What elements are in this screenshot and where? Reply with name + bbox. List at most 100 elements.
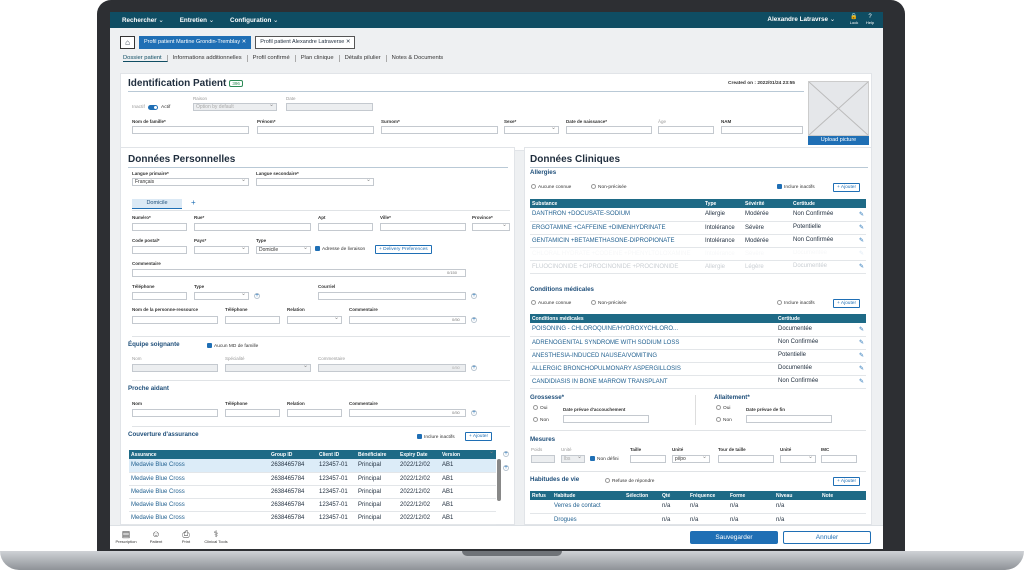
grossesse-non-radio[interactable]: Non (533, 417, 549, 423)
user-menu[interactable]: Alexandre Latravrse ⌄ (767, 16, 835, 23)
table-row[interactable]: Medavie Blue Cross 2638465784 123457-01 Pri… (129, 472, 496, 486)
table-row[interactable]: FLUOCINONIDE +CIPROCINONIDE +PROCINONIDE… (530, 260, 866, 274)
taille-input[interactable] (630, 455, 666, 463)
add-address-button[interactable]: + (191, 198, 196, 207)
table-row[interactable]: Medavie Blue Cross 2638465784 123457-01 Pri… (129, 498, 496, 512)
conditions-aucune-radio[interactable]: Aucune connue (531, 300, 571, 306)
upload-picture-button[interactable]: Upload picture (808, 136, 869, 145)
aucun-md-checkbox[interactable]: Aucun MD de famille (207, 343, 258, 349)
tab-dossier-patient[interactable]: Dossier patient (123, 55, 168, 62)
allaitement-non-radio[interactable]: Non (716, 417, 732, 423)
ville-input[interactable] (380, 223, 466, 231)
tab-infos-additionnelles[interactable]: Informations additionnelles (168, 55, 248, 62)
assurance-scrollbar[interactable] (497, 459, 501, 501)
tab-details-pilulier[interactable]: Détails pilulier (340, 55, 387, 62)
add-phone-button[interactable]: + (254, 293, 260, 299)
commentaire-input[interactable] (132, 269, 466, 277)
relation-select[interactable] (287, 315, 342, 324)
refus-radio[interactable]: Refuse de répondre (605, 478, 654, 484)
tab-notes-documents[interactable]: Notes & Documents (387, 55, 449, 62)
type-select[interactable]: Domicile (256, 245, 311, 254)
table-row[interactable]: CHLORAL HYDRATE +CODEINE +PHENYLTOLOXAMI… (530, 247, 866, 261)
province-select[interactable] (472, 222, 510, 231)
nom-input[interactable] (132, 126, 249, 134)
edit-icon[interactable]: ✎ (859, 211, 864, 218)
edit-icon[interactable]: ✎ (859, 237, 864, 244)
assurance-add-row[interactable]: + (503, 451, 509, 457)
specialite-select[interactable] (225, 363, 311, 372)
equipe-commentaire-input[interactable] (318, 364, 466, 372)
table-row[interactable]: ERGOTAMINE +CAFFEINE +DIMENHYDRINATE Into… (530, 221, 866, 235)
menu-rechercher[interactable]: Rechercher ⌄ (122, 17, 164, 24)
edit-icon[interactable]: ✎ (859, 250, 864, 257)
fin-allaitement-input[interactable] (746, 415, 832, 423)
imc-input[interactable] (821, 455, 857, 463)
edit-icon[interactable]: ✎ (859, 326, 864, 333)
ressource-tel-input[interactable] (225, 316, 280, 324)
allergies-ajouter-button[interactable]: + Ajouter (833, 183, 861, 192)
equipe-nom-input[interactable] (132, 364, 218, 372)
table-row[interactable]: CANDIDIASIS IN BONE MARROW TRANSPLANT Non… (530, 375, 866, 389)
edit-icon[interactable]: ✎ (859, 352, 864, 359)
ressource-input[interactable] (132, 316, 218, 324)
tour-input[interactable] (718, 455, 774, 463)
add-contact-button[interactable]: + (471, 317, 477, 323)
patient-button[interactable]: ☺ Patient (143, 529, 169, 544)
apt-input[interactable] (318, 223, 373, 231)
raison-select[interactable]: Option by default (193, 102, 277, 111)
grossesse-oui-radio[interactable]: Oui (533, 405, 547, 411)
tour-unite-select[interactable] (780, 454, 816, 463)
edit-icon[interactable]: ✎ (859, 224, 864, 231)
assurance-add-row-2[interactable]: + (503, 465, 509, 471)
selection-select[interactable] (624, 500, 660, 514)
conditions-inclure-checkbox[interactable]: Inclure inactifs (777, 300, 815, 306)
nondef-checkbox[interactable]: Non défini (590, 456, 619, 462)
save-button[interactable]: Sauvegarder (690, 531, 778, 544)
poids-unite-select[interactable]: lbs (561, 454, 585, 463)
habitudes-ajouter-button[interactable]: + Ajouter (833, 477, 861, 486)
naissance-input[interactable] (566, 126, 652, 134)
rue-input[interactable] (194, 223, 311, 231)
lock-button[interactable]: 🔒 Lock (847, 14, 861, 25)
langue-primaire-select[interactable]: Français (132, 177, 249, 186)
menu-configuration[interactable]: Configuration ⌄ (230, 17, 278, 24)
table-row[interactable]: Medavie Blue Cross 2638465784 123457-01 Pri… (129, 511, 496, 525)
table-row[interactable]: ALLERGIC BRONCHOPULMONARY ASPERGILLOSIS D… (530, 362, 866, 376)
table-row[interactable]: Medavie Blue Cross 2638465784 123457-01 Pri… (129, 485, 496, 499)
table-row[interactable]: POISONING - CHLOROQUINE/HYDROXYCHLORO...… (530, 323, 866, 337)
postal-input[interactable] (132, 246, 187, 254)
note-icon[interactable] (820, 500, 866, 514)
tab-plan-clinique[interactable]: Plan clinique (296, 55, 340, 62)
cancel-button[interactable]: Annuler (783, 531, 871, 544)
add-equipe-button[interactable]: + (471, 365, 477, 371)
edit-icon[interactable]: ✎ (859, 365, 864, 372)
allergies-aucune-radio[interactable]: Aucune connue (531, 184, 571, 190)
livraison-checkbox[interactable]: Adresse de livraison (315, 246, 365, 252)
table-row[interactable]: DANTHRON +DOCUSATE-SODIUM Allergie Modérée… (530, 208, 866, 222)
courriel-input[interactable] (318, 292, 466, 300)
prescription-button[interactable]: ▤ Prescription (113, 529, 139, 544)
edit-icon[interactable]: ✎ (859, 263, 864, 270)
numero-input[interactable] (132, 223, 187, 231)
proche-commentaire-input[interactable] (349, 409, 466, 417)
menu-entretien[interactable]: Entretien ⌄ (180, 17, 214, 24)
allergies-nonprec-radio[interactable]: Non-précisée (591, 184, 627, 190)
conditions-ajouter-button[interactable]: + Ajouter (833, 299, 861, 308)
age-input[interactable] (658, 126, 714, 134)
refus-checkbox[interactable] (530, 500, 552, 514)
edit-icon[interactable]: ✎ (859, 378, 864, 385)
assurance-ajouter-button[interactable]: + Ajouter (465, 432, 493, 441)
print-button[interactable]: ⎙ Print (173, 529, 199, 544)
taille-unite-select[interactable]: pi/po (672, 454, 710, 463)
telephone-input[interactable] (132, 292, 187, 300)
nam-input[interactable] (721, 126, 803, 134)
ressource-commentaire-input[interactable] (349, 316, 466, 324)
date-input[interactable] (286, 103, 373, 111)
table-row[interactable]: Verres de contact n/a n/a n/a n/a (530, 500, 866, 514)
table-row[interactable]: GENTAMICIN +BETAMETHASONE-DIPROPIONATE In… (530, 234, 866, 248)
edit-icon[interactable]: ✎ (859, 339, 864, 346)
tel-type-select[interactable] (194, 291, 249, 300)
tab-profil-confirme[interactable]: Profil confirmé (248, 55, 296, 62)
tab-domicile[interactable]: Domicile (132, 199, 182, 209)
help-button[interactable]: ? Help (863, 14, 877, 25)
